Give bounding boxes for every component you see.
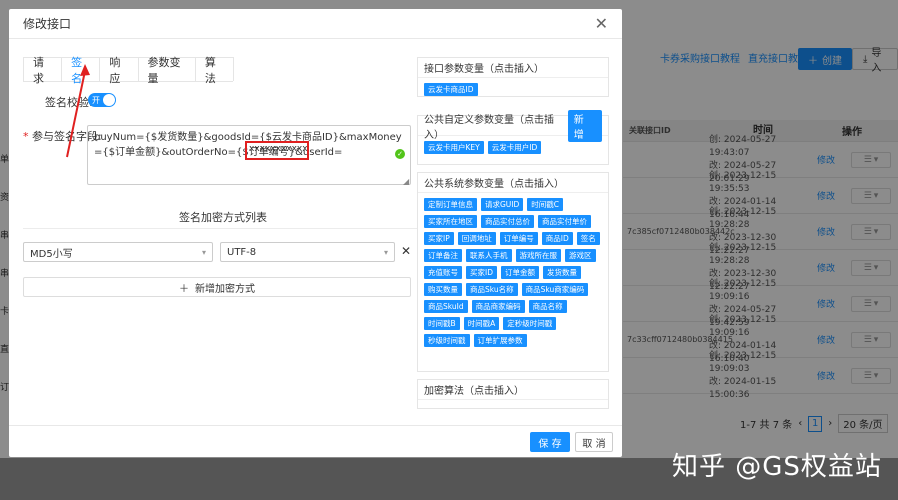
annotation-arrow bbox=[66, 64, 90, 158]
watermark: 知乎 @GS权益站 bbox=[672, 452, 882, 482]
edit-interface-modal: 修改接口 ✕ 请求 签名 响应 参数变量 算法 签名校验: 开 * 参与签名字段… bbox=[9, 9, 622, 457]
